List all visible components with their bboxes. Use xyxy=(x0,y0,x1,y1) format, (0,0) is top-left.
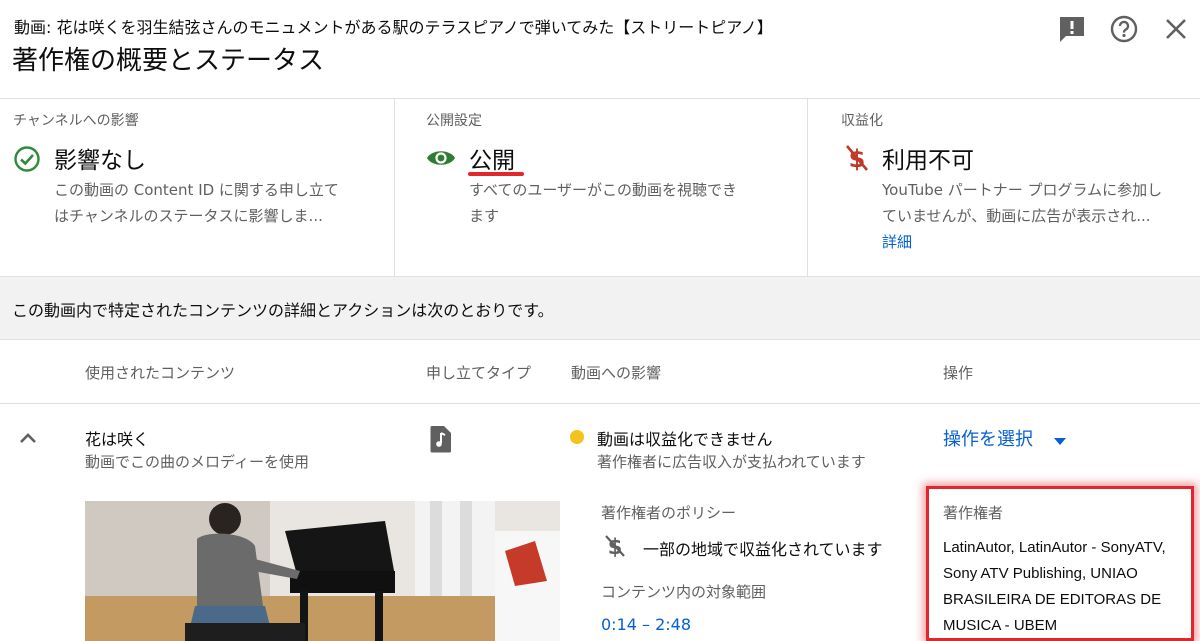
select-action-label: 操作を選択 xyxy=(943,429,1033,450)
channel-impact-desc: この動画の Content ID に関する申し立て はチャンネルのステータスに影… xyxy=(54,181,339,225)
status-summary: チャンネルへの影響 影響なし この動画の Content ID に関する申し立て… xyxy=(0,99,1200,277)
channel-impact-label: チャンネルへの影響 xyxy=(13,113,139,129)
song-usage: 動画でこの曲のメロディーを使用 xyxy=(85,453,309,471)
intro-text: この動画内で特定されたコンテンツの詳細とアクションは次のとおりです。 xyxy=(12,301,554,320)
details-link[interactable]: 詳細 xyxy=(882,229,1162,255)
help-icon[interactable] xyxy=(1109,14,1139,44)
close-icon[interactable] xyxy=(1161,14,1191,44)
column-header-content: 使用されたコンテンツ xyxy=(85,364,236,382)
range-label: コンテンツ内の対象範囲 xyxy=(601,583,767,601)
visibility-value: 公開 xyxy=(469,148,515,174)
impact-desc: 著作権者に広告収入が支払われています xyxy=(597,453,866,471)
channel-impact-card: チャンネルへの影響 影響なし この動画の Content ID に関する申し立て… xyxy=(0,99,394,276)
feedback-icon[interactable] xyxy=(1057,14,1087,44)
column-header-claim-type: 申し立てタイプ xyxy=(426,364,532,382)
money-off-icon: $ xyxy=(604,533,626,563)
visibility-card: 公開設定 公開 すべてのユーザーがこの動画を視聴でき ます xyxy=(394,99,808,276)
policy-value: 一部の地域で収益化されています xyxy=(643,540,883,559)
page-title: 著作権の概要とステータス xyxy=(12,46,325,76)
dropdown-triangle-icon xyxy=(1053,430,1067,451)
monetization-desc: YouTube パートナー プログラムに参加し ていませんが、動画に広告が表示さ… xyxy=(882,177,1162,255)
column-header-impact: 動画への影響 xyxy=(571,364,662,382)
music-note-icon xyxy=(430,425,452,457)
video-thumbnail[interactable] xyxy=(85,501,560,641)
owner-label: 著作権者 xyxy=(943,504,1004,522)
monetization-value: 利用不可 xyxy=(882,148,974,174)
money-off-icon: $ xyxy=(844,143,870,177)
visibility-desc: すべてのユーザーがこの動画を視聴でき ます xyxy=(469,181,738,225)
column-header-actions: 操作 xyxy=(943,364,974,382)
visibility-label: 公開設定 xyxy=(426,113,482,129)
policy-label: 著作権者のポリシー xyxy=(601,504,737,522)
check-circle-icon xyxy=(13,145,41,177)
range-value: 0:14 – 2:48 xyxy=(601,615,692,634)
annotation-underline xyxy=(468,172,524,176)
impact-title: 動画は収益化できません xyxy=(597,430,773,449)
chevron-up-icon[interactable] xyxy=(16,426,40,454)
eye-icon xyxy=(426,147,456,173)
video-title: 動画: 花は咲くを羽生結弦さんのモニュメントがある駅のテラスピアノで弾いてみた【… xyxy=(14,18,773,37)
warning-dot-icon xyxy=(570,430,584,444)
monetization-label: 収益化 xyxy=(841,113,883,129)
owner-names: LatinAutor, LatinAutor - SonyATV, Sony A… xyxy=(943,539,1166,634)
select-action-button[interactable]: 操作を選択 xyxy=(943,425,1067,451)
monetization-card: 収益化 $ 利用不可 YouTube パートナー プログラムに参加し ていません… xyxy=(807,99,1200,276)
channel-impact-value: 影響なし xyxy=(54,148,146,174)
song-title: 花は咲く xyxy=(85,430,150,449)
